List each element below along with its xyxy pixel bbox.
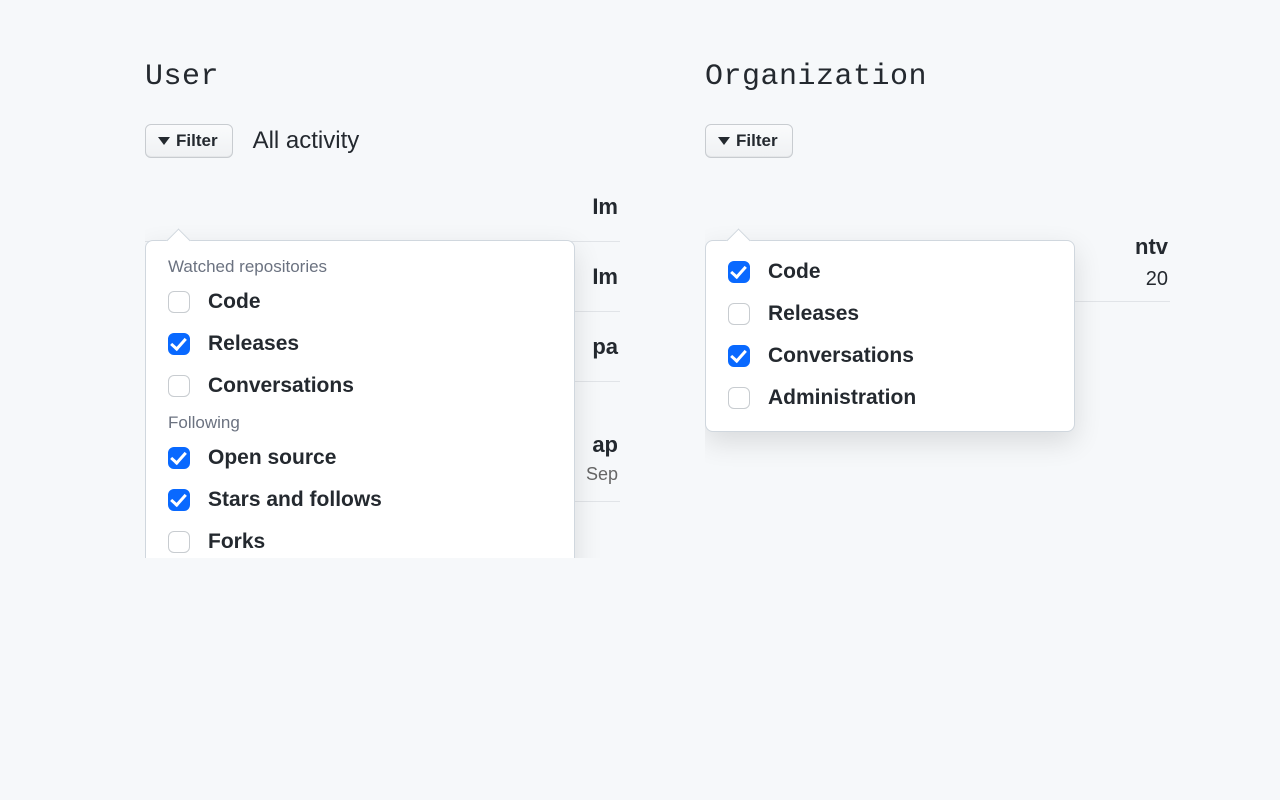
filter-option-label: Conversations [768,344,914,368]
checkbox[interactable] [168,375,190,397]
checkbox[interactable] [168,291,190,313]
checkbox[interactable] [168,531,190,553]
org-heading: Organization [705,60,1170,94]
filter-option-label: Releases [208,332,299,356]
checkbox[interactable] [728,387,750,409]
filter-option[interactable]: Code [706,251,1074,293]
filter-option-label: Stars and follows [208,488,382,512]
filter-option-label: Open source [208,446,336,470]
filter-option[interactable]: Forks [146,521,574,558]
filter-option-label: Code [208,290,261,314]
org-filter-label: Filter [736,131,778,151]
filter-option[interactable]: Conversations [706,335,1074,377]
org-filter-popover: Code Releases Conversations Administration [705,240,1075,432]
checkbox[interactable] [168,447,190,469]
user-column: User Filter All activity Im Im pa ap Sep [145,60,620,558]
user-filter-row: Filter All activity [145,124,620,158]
filter-option-label: Releases [768,302,859,326]
filter-option-label: Forks [208,530,265,554]
filter-option[interactable]: Administration [706,377,1074,419]
popover-group-label: Following [146,407,574,437]
filter-option-label: Code [768,260,821,284]
checkbox[interactable] [168,333,190,355]
filter-option-label: Administration [768,386,916,410]
filter-option[interactable]: Conversations [146,365,574,407]
bg-row: Im [145,172,620,242]
org-filter-row: Filter [705,124,1170,158]
user-filter-label: Filter [176,131,218,151]
filter-option[interactable]: Stars and follows [146,479,574,521]
filter-option-label: Conversations [208,374,354,398]
checkbox[interactable] [168,489,190,511]
user-filter-popover: Watched repositories Code Releases Conversa… [145,240,575,558]
filter-option[interactable]: Open source [146,437,574,479]
user-activity-label: All activity [253,127,360,155]
filter-option[interactable]: Releases [706,293,1074,335]
checkbox[interactable] [728,303,750,325]
popover-group-label: Watched repositories [146,251,574,281]
org-column: Organization Filter ntv 20 CodeReleasesC… [705,60,1170,558]
user-heading: User [145,60,620,94]
caret-down-icon [158,137,170,145]
caret-down-icon [718,137,730,145]
filter-option[interactable]: Code [146,281,574,323]
checkbox[interactable] [728,261,750,283]
filter-option[interactable]: Releases [146,323,574,365]
org-filter-button[interactable]: Filter [705,124,793,158]
user-filter-button[interactable]: Filter [145,124,233,158]
checkbox[interactable] [728,345,750,367]
